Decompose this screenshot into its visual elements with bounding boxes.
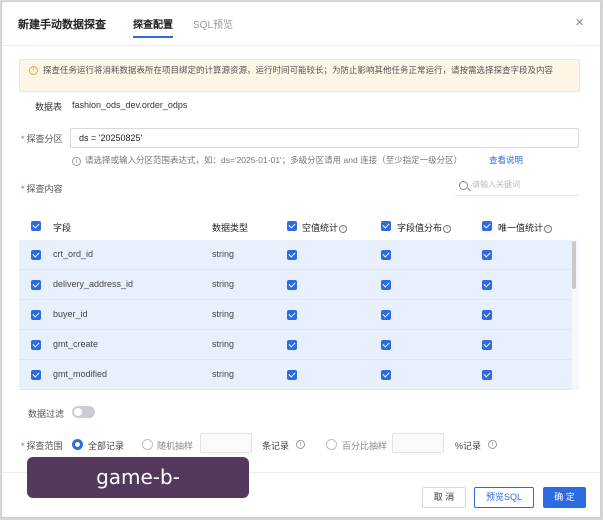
info-icon: i [339,225,348,233]
value-dist-checkbox[interactable] [381,250,391,260]
dialog-title: 新建手动数据探查 [18,19,106,31]
unique-stat-checkbox[interactable] [482,310,492,320]
value-dist-all-checkbox[interactable] [381,221,391,231]
partition-hint: i 请选择或输入分区范围表达式，如：ds='2025-01-01'；多级分区请用 … [72,154,462,166]
warning-notice: ! 探查任务运行将消耗数据表所在项目绑定的计算源资源，运行时间可能较长；为防止影… [19,59,580,92]
percent-unit: %记录 [455,441,482,451]
close-icon[interactable]: × [575,14,584,31]
field-type: string [212,249,235,259]
info-icon: i [296,440,305,449]
notice-text: 探查任务运行将消耗数据表所在项目绑定的计算源资源，运行时间可能较长；为防止影响其… [43,65,554,75]
info-icon: i [72,157,81,166]
info-icon: i [443,225,452,233]
cancel-button[interactable]: 取 消 [422,487,466,508]
row-checkbox[interactable] [31,340,41,350]
table-row[interactable]: delivery_address_id string [19,270,572,300]
field-type: string [212,339,235,349]
tab-sql-preview[interactable]: SQL预览 [193,16,233,31]
info-icon: i [488,440,497,449]
row-checkbox[interactable] [31,370,41,380]
field-name: buyer_id [53,309,88,319]
filter-label: 数据过滤 [28,409,65,419]
row-checkbox[interactable] [31,310,41,320]
null-stat-checkbox[interactable] [287,310,297,320]
header-null-stat: 空值统计 i [302,221,348,234]
partition-input[interactable]: ds = '20250825' [70,128,579,148]
scope-percent-label: 百分比抽样 [342,441,388,451]
scope-all-label: 全部记录 [88,441,125,451]
field-type: string [212,309,235,319]
watermark: game-b-sports.com.cn [27,457,249,517]
header-type: 数据类型 [212,223,249,233]
warning-icon: ! [29,66,38,75]
search-icon [459,181,468,190]
row-checkbox[interactable] [31,250,41,260]
partition-label: * 探查分区 [21,134,63,144]
scope-all-radio[interactable] [72,439,83,450]
table-row[interactable]: gmt_modified string [19,360,572,390]
null-stat-checkbox[interactable] [287,280,297,290]
null-stat-all-checkbox[interactable] [287,221,297,231]
field-name: gmt_create [53,339,99,349]
search-input[interactable] [472,180,572,189]
field-type: string [212,279,235,289]
content-label: * 探查内容 [21,184,63,194]
view-docs-link[interactable]: 查看说明 [489,154,523,166]
scope-random-radio[interactable] [142,439,153,450]
confirm-button[interactable]: 确 定 [543,487,586,508]
scope-percent-radio[interactable] [326,439,337,450]
random-unit: 条记录 [262,441,290,451]
percent-input[interactable] [392,433,444,453]
field-table: 字段 数据类型 空值统计 i 字段值分布 i 唯一值统计 i crt_ord_id s… [19,210,579,390]
row-checkbox[interactable] [31,280,41,290]
value-dist-checkbox[interactable] [381,370,391,380]
table-row[interactable]: crt_ord_id string [19,240,572,270]
table-row[interactable]: buyer_id string [19,300,572,330]
header-value-dist: 字段值分布 i [397,221,452,234]
field-name: gmt_modified [53,369,108,379]
random-count-input[interactable] [200,433,252,453]
value-dist-checkbox[interactable] [381,280,391,290]
scope-label: * 探查范围 [21,441,63,451]
table-row[interactable]: gmt_create string [19,330,572,360]
unique-stat-all-checkbox[interactable] [482,221,492,231]
header-unique-stat: 唯一值统计 i [498,221,553,234]
table-name: fashion_ods_dev.order_odps [72,100,188,110]
scope-random-label: 随机抽样 [157,441,194,451]
table-header: 字段 数据类型 空值统计 i 字段值分布 i 唯一值统计 i [19,210,579,240]
null-stat-checkbox[interactable] [287,370,297,380]
table-label: 数据表 [35,102,63,112]
field-name: delivery_address_id [53,279,134,289]
select-all-checkbox[interactable] [31,221,41,231]
filter-toggle[interactable] [72,406,95,418]
unique-stat-checkbox[interactable] [482,280,492,290]
field-name: crt_ord_id [53,249,94,259]
dialog-header: 新建手动数据探查 探查配置 SQL预览 × [2,2,600,46]
unique-stat-checkbox[interactable] [482,340,492,350]
value-dist-checkbox[interactable] [381,340,391,350]
header-field: 字段 [53,223,72,233]
info-icon: i [544,225,553,233]
unique-stat-checkbox[interactable] [482,370,492,380]
preview-sql-button[interactable]: 预览SQL [474,487,534,508]
null-stat-checkbox[interactable] [287,340,297,350]
table-scrollbar[interactable] [572,241,576,289]
unique-stat-checkbox[interactable] [482,250,492,260]
field-search [455,177,579,196]
field-type: string [212,369,235,379]
null-stat-checkbox[interactable] [287,250,297,260]
value-dist-checkbox[interactable] [381,310,391,320]
manual-probe-dialog: 新建手动数据探查 探查配置 SQL预览 × ! 探查任务运行将消耗数据表所在项目… [1,1,601,518]
tab-probe-config[interactable]: 探查配置 [133,16,173,38]
